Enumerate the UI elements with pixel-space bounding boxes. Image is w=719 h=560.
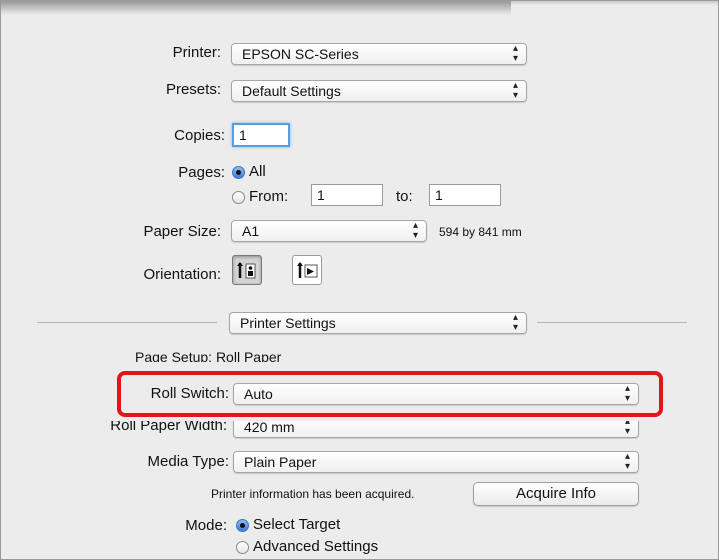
pages-from-label: From: xyxy=(249,188,289,205)
mode-select-target-radio[interactable] xyxy=(236,519,249,532)
pages-all-radio[interactable] xyxy=(232,166,245,179)
separator-left xyxy=(37,322,217,323)
popup-arrows-icon: ▴ ▾ xyxy=(512,312,518,333)
presets-label: Presets: xyxy=(165,81,221,98)
printer-label: Printer: xyxy=(172,44,221,61)
media-type-popup[interactable]: Plain Paper ▴ ▾ xyxy=(233,451,639,473)
pages-from-radio[interactable] xyxy=(232,191,245,204)
page-setup-clip: Page Setup: Roll Paper xyxy=(131,349,331,362)
paper-size-label: Paper Size: xyxy=(143,223,221,240)
section-popup[interactable]: Printer Settings ▴ ▾ xyxy=(229,312,527,334)
separator-right xyxy=(537,322,687,323)
highlight-box xyxy=(117,371,663,417)
copies-field[interactable]: 1 xyxy=(232,123,290,147)
landscape-orientation-icon xyxy=(297,262,318,278)
landscape-orientation-button[interactable] xyxy=(292,255,322,285)
media-type-label: Media Type: xyxy=(147,453,229,470)
popup-arrows-icon: ▴ ▾ xyxy=(624,421,630,437)
roll-paper-width-label: Roll Paper Width: xyxy=(110,421,227,434)
pages-label: Pages: xyxy=(178,164,225,181)
copies-label: Copies: xyxy=(174,127,225,144)
media-type-value: Plain Paper xyxy=(244,454,317,470)
acquire-info-button[interactable]: Acquire Info xyxy=(473,482,639,506)
pages-to-field[interactable]: 1 xyxy=(429,184,501,206)
mode-select-target-label: Select Target xyxy=(253,516,341,533)
pages-to-label: to: xyxy=(396,188,413,205)
popup-arrows-icon: ▴ ▾ xyxy=(624,451,630,472)
printer-value: EPSON SC-Series xyxy=(242,46,359,62)
page-setup-text: Page Setup: Roll Paper xyxy=(135,349,282,362)
mode-label: Mode: xyxy=(185,517,227,534)
mode-advanced-settings-radio[interactable] xyxy=(236,541,249,554)
paper-size-popup[interactable]: A1 ▴ ▾ xyxy=(231,220,427,242)
mode-advanced-settings-label: Advanced Settings xyxy=(253,538,379,555)
roll-paper-width-popup[interactable]: 420 mm ▴ ▾ xyxy=(233,421,639,438)
printer-popup[interactable]: EPSON SC-Series ▴ ▾ xyxy=(231,43,527,65)
portrait-orientation-button[interactable] xyxy=(232,255,262,285)
presets-value: Default Settings xyxy=(242,83,341,99)
popup-arrows-icon: ▴ ▾ xyxy=(512,80,518,101)
paper-size-dimensions: 594 by 841 mm xyxy=(439,225,522,239)
portrait-orientation-icon xyxy=(237,262,256,279)
popup-arrows-icon: ▴ ▾ xyxy=(512,43,518,64)
roll-paper-width-clip: Roll Paper Width: 420 mm ▴ ▾ xyxy=(81,421,641,439)
presets-popup[interactable]: Default Settings ▴ ▾ xyxy=(231,80,527,102)
orientation-label: Orientation: xyxy=(143,266,221,283)
printer-info-text: Printer information has been acquired. xyxy=(211,487,415,501)
section-popup-value: Printer Settings xyxy=(240,315,336,331)
popup-arrows-icon: ▴ ▾ xyxy=(412,220,418,241)
pages-all-label: All xyxy=(249,163,266,180)
print-dialog: Printer: EPSON SC-Series ▴ ▾ Presets: Def… xyxy=(0,0,719,560)
title-shadow xyxy=(1,1,511,15)
roll-paper-width-value: 420 mm xyxy=(244,421,295,435)
pages-from-field[interactable]: 1 xyxy=(311,184,383,206)
paper-size-value: A1 xyxy=(242,223,260,239)
